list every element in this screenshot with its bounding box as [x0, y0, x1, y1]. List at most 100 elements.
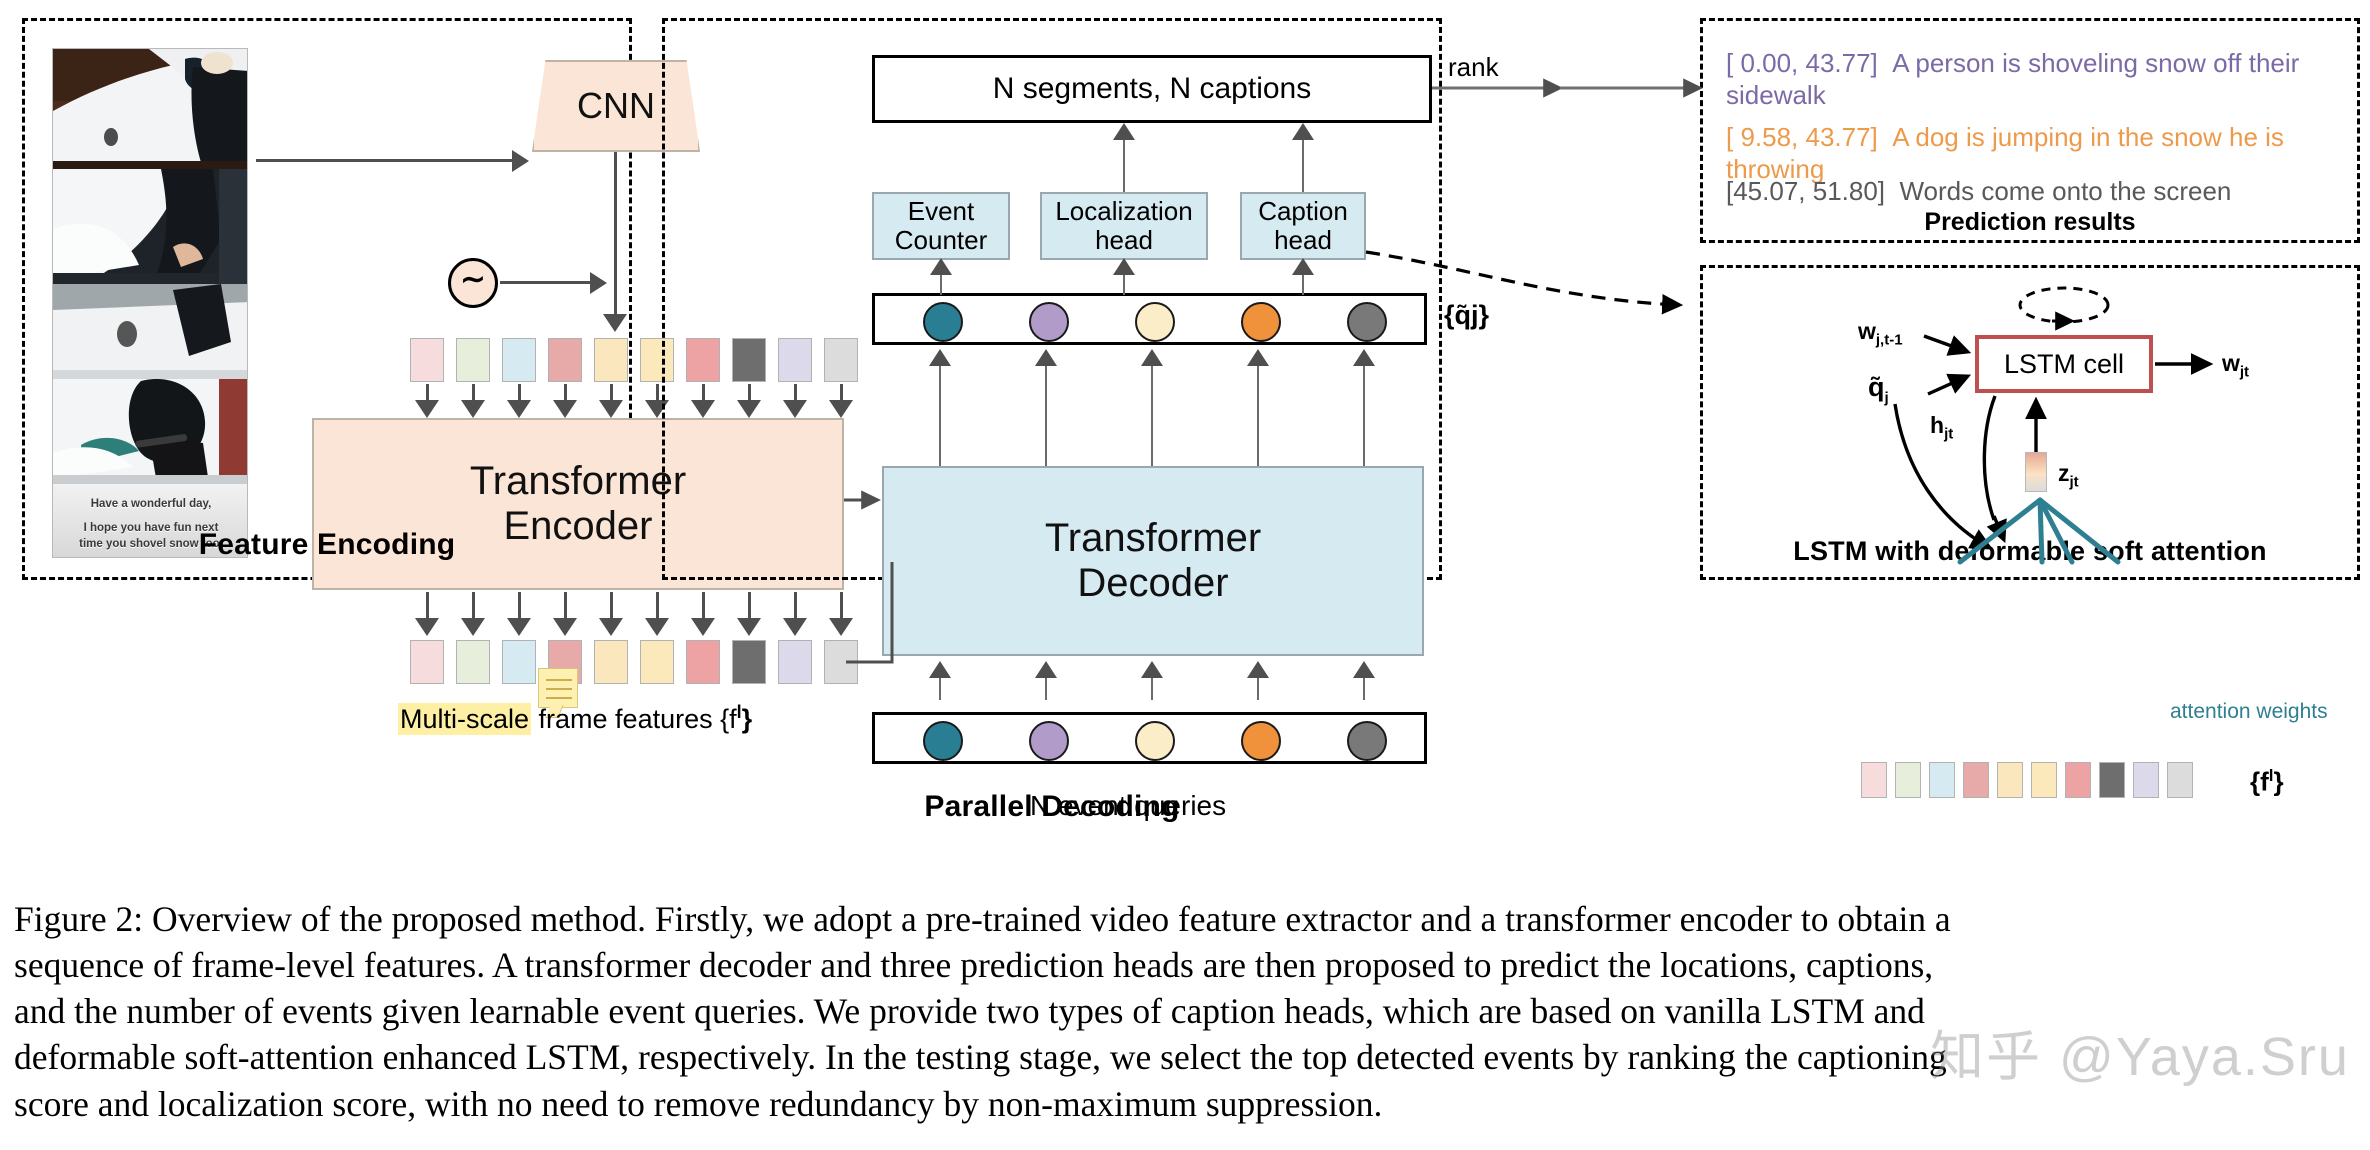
arrow-feature-to-encoder-head: [599, 400, 623, 418]
figure-diagram: Have a wonderful day, I hope you have fu…: [0, 0, 2370, 890]
feature-square: [456, 640, 490, 684]
feature-square: [1997, 762, 2023, 798]
lstm-features-label: {fl}: [2250, 766, 2284, 797]
feature-square: [2167, 762, 2193, 798]
arrow-query-to-decoder-head: [1141, 661, 1163, 678]
arrow-decoder-to-qtilde-line: [1362, 366, 1366, 466]
localization-head-line1: Localization: [1055, 195, 1193, 226]
localization-head: Localization head: [1040, 192, 1208, 260]
arrow-encoder-to-feature-head: [553, 618, 577, 636]
multiscale-highlight: Multi-scale: [398, 703, 532, 735]
arrow-encoder-to-feature-head: [691, 618, 715, 636]
feature-square: [686, 640, 720, 684]
label-w-jt: wjt: [2222, 350, 2250, 381]
panel-caption-prediction: Prediction results: [1924, 208, 2136, 236]
transformer-decoder-block: Transformer Decoder: [882, 466, 1424, 656]
arrow-qtilde-to-head-head: [930, 258, 952, 275]
caption-line: score and localization score, with no ne…: [14, 1083, 1383, 1124]
feature-square: [2031, 762, 2057, 798]
arrow-decoder-to-qtilde-line: [1150, 366, 1154, 466]
arrow-query-to-decoder-head: [1035, 661, 1057, 678]
arrow-head-to-output-line: [1122, 140, 1126, 192]
multiscale-features-label: Multi-scale frame features {fl}: [398, 702, 752, 735]
query-dot: [923, 302, 963, 342]
decoder-label-line2: Decoder: [1077, 561, 1229, 605]
query-dot: [1347, 302, 1387, 342]
rank-label: rank: [1448, 52, 1499, 82]
feature-square: [2065, 762, 2091, 798]
arrow-decoder-to-qtilde-line: [938, 366, 942, 466]
query-dot: [1029, 721, 1069, 761]
query-dot: [1135, 721, 1175, 761]
label-h-jt: hjt: [1930, 412, 1954, 443]
prediction-entry: [ 0.00, 43.77] A person is shoveling sno…: [1726, 48, 2326, 111]
arrow-feature-to-encoder-head: [461, 400, 485, 418]
arrow-decoder-to-qtilde-head: [1353, 349, 1375, 366]
event-counter-head: Event Counter: [872, 192, 1010, 260]
event-queries-strip: [872, 712, 1427, 764]
query-dot: [1241, 302, 1281, 342]
caption-head-line1: Caption: [1258, 195, 1348, 226]
video-frame-1: [53, 49, 247, 169]
multiscale-rest: frame features {f: [531, 704, 737, 734]
arrow-encoder-to-feature-head: [599, 618, 623, 636]
arrow-qtilde-to-head-head: [1292, 258, 1314, 275]
arrow-decoder-to-qtilde-head: [929, 349, 951, 366]
caption-line: sequence of frame-level features. A tran…: [14, 945, 1934, 986]
label-w-prev: wj,t-1: [1858, 318, 1903, 349]
encoder-label-line1: Transformer: [469, 459, 687, 504]
feature-square: [1963, 762, 1989, 798]
feature-square: [502, 338, 536, 382]
feature-squares-bottom: [410, 640, 858, 684]
arrow-qtilde-to-head-line: [939, 275, 943, 295]
feature-square: [1929, 762, 1955, 798]
arrow-decoder-to-qtilde-line: [1044, 366, 1048, 466]
arrow-cnn-down-line: [614, 152, 617, 320]
feature-square: [824, 640, 858, 684]
prediction-timestamp: [ 0.00, 43.77]: [1726, 48, 1893, 78]
prediction-entry: [45.07, 51.80] Words come onto the scree…: [1726, 176, 2326, 208]
arrow-query-to-decoder-head: [1247, 661, 1269, 678]
panel-caption-lstm: LSTM with deformable soft attention: [1793, 536, 2267, 566]
arrow-decoder-to-qtilde-head: [1141, 349, 1163, 366]
panel-lstm-attention: [1700, 265, 2360, 580]
arrow-head-to-output-line: [1301, 140, 1305, 192]
feature-squares-lstm: [1861, 762, 2193, 798]
arrow-decoder-to-qtilde-head: [1035, 349, 1057, 366]
event-counter-line2: Counter: [894, 225, 988, 255]
feature-square: [778, 640, 812, 684]
feature-square: [1861, 762, 1887, 798]
feature-square: [2133, 762, 2159, 798]
arrow-query-to-decoder-line: [1362, 678, 1366, 700]
arrow-pe-line: [500, 281, 592, 284]
event-counter-line1: Event: [907, 195, 975, 226]
decoder-label-line1: Transformer: [1044, 516, 1262, 561]
video-frame-4: [53, 379, 247, 484]
caption-head-line2: head: [1274, 225, 1332, 255]
arrow-query-to-decoder-head: [1353, 661, 1375, 678]
prediction-timestamp: [ 9.58, 43.77]: [1726, 122, 1893, 152]
attention-weights-label: attention weights: [2170, 700, 2328, 723]
arrow-qtilde-to-head-line: [1301, 275, 1305, 295]
qtilde-strip: [872, 293, 1427, 345]
arrow-qtilde-to-head-head: [1113, 258, 1135, 275]
arrow-decoder-to-qtilde-line: [1256, 366, 1260, 466]
arrow-query-to-decoder-head: [929, 661, 951, 678]
feature-square: [594, 338, 628, 382]
arrow-encoder-to-feature-head: [737, 618, 761, 636]
query-dot: [1241, 721, 1281, 761]
panel-caption-feature-encoding: Feature Encoding: [198, 528, 456, 561]
arrow-encoder-to-feature-head: [783, 618, 807, 636]
video-frames-strip: Have a wonderful day, I hope you have fu…: [52, 48, 248, 558]
query-dot: [923, 721, 963, 761]
arrow-pe-head: [590, 272, 607, 294]
label-z-jt: zjt: [2058, 460, 2079, 491]
arrow-cnn-down-head: [603, 314, 627, 332]
label-qtilde-j: q̃j: [1868, 372, 1889, 407]
feature-square: [594, 640, 628, 684]
arrow-decoder-to-qtilde-head: [1247, 349, 1269, 366]
prediction-caption-text: Words come onto the screen: [1899, 176, 2232, 206]
arrow-query-to-decoder-line: [1256, 678, 1260, 700]
prediction-timestamp: [45.07, 51.80]: [1726, 176, 1900, 206]
arrow-encoder-to-feature-head: [829, 618, 853, 636]
